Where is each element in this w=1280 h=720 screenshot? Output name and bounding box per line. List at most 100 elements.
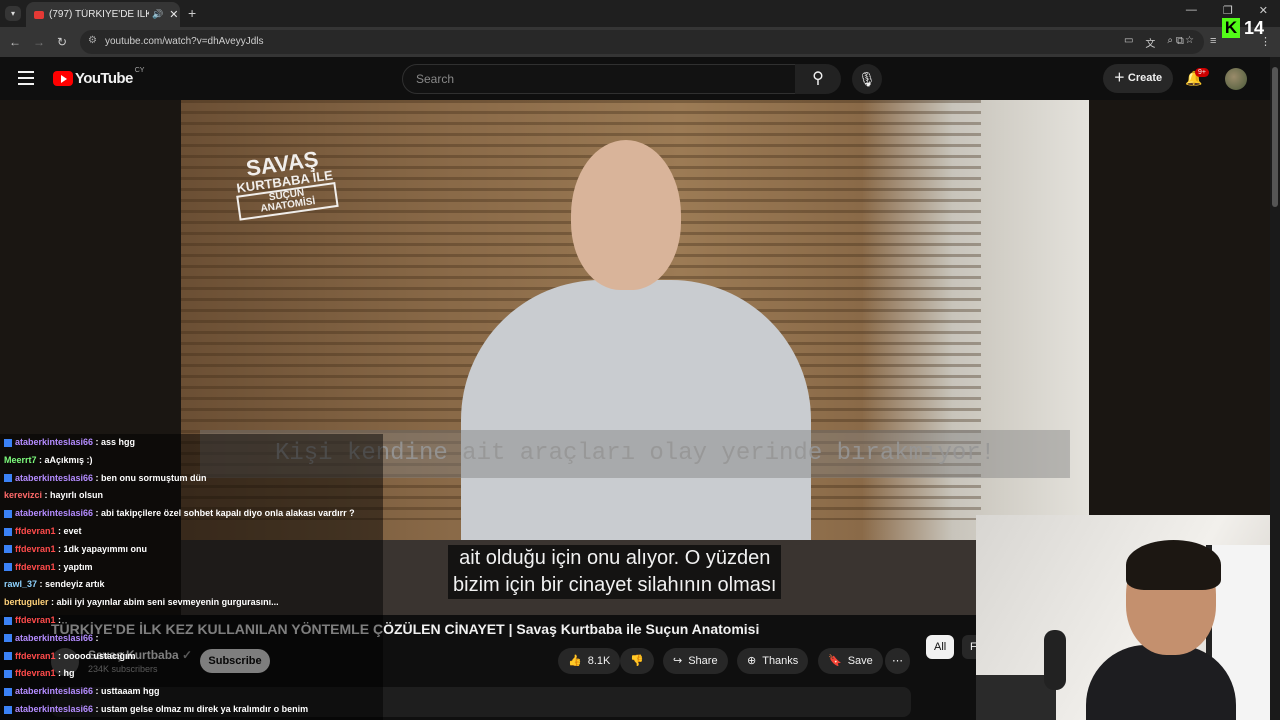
chat-message: ffdevran1 : ooooo ustacığım xyxy=(0,648,383,666)
browser-toolbar: ← → ↻ ⚙ youtube.com/watch?v=dhAveyyJdls … xyxy=(0,27,1280,57)
zoom-icon[interactable]: ⌕ xyxy=(1167,35,1173,50)
chat-username[interactable]: ataberkinteslasi66 xyxy=(15,473,93,483)
bookmark-star-icon[interactable]: ☆ xyxy=(1185,35,1194,50)
chat-text: : hayırlı olsun xyxy=(42,490,104,501)
url-text: youtube.com/watch?v=dhAveyyJdls xyxy=(105,36,264,47)
save-button[interactable]: 🔖 Save xyxy=(818,648,883,674)
address-bar[interactable]: ⚙ youtube.com/watch?v=dhAveyyJdls ▭ 文 ⌕ … xyxy=(80,30,1204,54)
new-tab-button[interactable]: + xyxy=(188,5,196,21)
reload-icon[interactable]: ↻ xyxy=(57,35,67,49)
moderator-badge-icon xyxy=(4,474,12,483)
chat-message: rawl_37 : sendeyiz artık xyxy=(0,576,383,594)
chat-text: : ass hgg xyxy=(93,437,136,447)
window-controls: — ❐ ✕ xyxy=(1186,4,1268,17)
minimize-button[interactable]: — xyxy=(1186,4,1197,17)
search-box xyxy=(402,64,796,94)
chat-message: ataberkinteslasi66 : usttaaam hgg xyxy=(0,683,383,701)
voice-search-button[interactable]: 🎙 xyxy=(852,64,882,94)
stream-chat-overlay: ataberkinteslasi66 : ass hgg Meerrt7 : aA… xyxy=(0,434,383,720)
chat-username[interactable]: ffdevran1 xyxy=(15,562,56,572)
account-avatar[interactable] xyxy=(1225,68,1247,90)
chat-message: kerevizci : hayırlı olsun xyxy=(0,487,383,505)
streamer-hair xyxy=(1126,540,1221,590)
thanks-button[interactable]: ⊕ Thanks xyxy=(737,648,809,674)
chat-username[interactable]: ffdevran1 xyxy=(15,668,56,678)
chat-message: bertuguler : abii iyi yayınlar abim seni… xyxy=(0,594,383,612)
site-info-icon[interactable]: ⚙ xyxy=(88,35,97,46)
chat-text: : sendeyiz artık xyxy=(37,579,105,590)
chat-username[interactable]: ffdevran1 xyxy=(15,651,56,661)
chat-username[interactable]: ataberkinteslasi66 xyxy=(15,704,93,714)
moderator-badge-icon xyxy=(4,652,12,661)
chat-username[interactable]: Meerrt7 xyxy=(4,455,37,465)
menu-icon[interactable] xyxy=(18,71,34,89)
caption-line: ait olduğu için onu alıyor. O yüzden xyxy=(459,547,771,569)
country-code: CY xyxy=(134,67,145,74)
chat-username[interactable]: ataberkinteslasi66 xyxy=(15,633,93,643)
translate-icon[interactable]: 文 xyxy=(1145,35,1155,50)
chat-username[interactable]: ataberkinteslasi66 xyxy=(15,508,93,518)
youtube-wordmark: YouTube xyxy=(75,70,133,87)
chat-username[interactable]: ataberkinteslasi66 xyxy=(15,686,93,696)
create-button[interactable]: ＋ Create xyxy=(1103,64,1173,93)
browser-tab[interactable]: (797) TÜRKİYE'DE İLK KEZ K 🔊 ✕ xyxy=(26,2,180,27)
chat-username[interactable]: ffdevran1 xyxy=(15,526,56,536)
chat-username[interactable]: ffdevran1 xyxy=(15,544,56,554)
moderator-badge-icon xyxy=(4,669,12,678)
chat-text: : 1dk yapayımmı onu xyxy=(55,543,148,554)
moderator-badge-icon xyxy=(4,687,12,696)
chat-message: ataberkinteslasi66 : xyxy=(0,630,383,648)
restore-button[interactable]: ❐ xyxy=(1223,4,1233,17)
chat-message: Meerrt7 : aAçıkmış :) xyxy=(0,452,383,470)
chat-username[interactable]: ffdevran1 xyxy=(15,615,56,625)
chat-username[interactable]: bertuguler xyxy=(4,597,49,607)
moderator-badge-icon xyxy=(4,509,12,518)
chat-text: : hg xyxy=(55,668,75,679)
like-button[interactable]: 👍 8.1K xyxy=(558,648,621,674)
chat-message: ataberkinteslasi66 : ass hgg xyxy=(0,434,383,452)
chat-message: ataberkinteslasi66 : ustam gelse olmaz m… xyxy=(0,701,383,719)
extensions-icon[interactable]: ⧉ xyxy=(1176,35,1184,48)
share-button[interactable]: ↪ Share xyxy=(663,648,728,674)
dislike-button[interactable]: 👎 xyxy=(620,648,654,674)
chat-text: : usttaaam hgg xyxy=(93,686,160,697)
chip-all[interactable]: All xyxy=(926,635,955,659)
close-window-button[interactable]: ✕ xyxy=(1259,4,1268,17)
share-icon: ↪ xyxy=(673,655,683,667)
caption-line: bizim için bir cinayet silahının olması xyxy=(453,574,777,596)
audio-playing-icon[interactable]: 🔊 xyxy=(152,9,163,20)
tab-search-button[interactable]: ▾ xyxy=(5,6,21,21)
scrollbar-thumb[interactable] xyxy=(1272,67,1278,207)
search-button[interactable]: ⚲ xyxy=(795,64,841,94)
back-arrow-icon[interactable]: ← xyxy=(9,35,21,49)
chat-text: : abi takipçilere özel sohbet kapalı diy… xyxy=(93,508,355,519)
browser-tab-strip: ▾ (797) TÜRKİYE'DE İLK KEZ K 🔊 ✕ + — ❐ ✕ xyxy=(0,0,1280,27)
streamer-webcam xyxy=(976,515,1270,720)
chat-username[interactable]: rawl_37 xyxy=(4,579,37,589)
moderator-badge-icon xyxy=(4,705,12,714)
page-scrollbar[interactable] xyxy=(1270,57,1280,720)
chat-message: ffdevran1 : hg xyxy=(0,665,383,683)
youtube-header: YouTube CY ⚲ 🎙 ＋ Create 🔔 9+ xyxy=(0,57,1270,100)
playlist-icon[interactable]: ≡ xyxy=(1210,35,1216,47)
chat-text: : evet xyxy=(55,525,82,536)
forward-arrow-icon[interactable]: → xyxy=(33,35,45,49)
bookmark-icon: 🔖 xyxy=(828,655,842,667)
speaker-head xyxy=(571,140,681,290)
thumbs-down-icon: 👎 xyxy=(630,655,644,667)
kick-overlay-badge: K 14 xyxy=(1222,17,1264,39)
tab-title: (797) TÜRKİYE'DE İLK KEZ K xyxy=(49,9,149,20)
search-icon: ⚲ xyxy=(812,70,824,87)
youtube-logo[interactable]: YouTube CY xyxy=(53,67,145,87)
close-tab-icon[interactable]: ✕ xyxy=(169,8,178,21)
more-actions-button[interactable]: ⋯ xyxy=(885,648,910,674)
moderator-badge-icon xyxy=(4,634,12,643)
cast-icon[interactable]: ▭ xyxy=(1124,35,1133,50)
moderator-badge-icon xyxy=(4,563,12,572)
chat-username[interactable]: kerevizci xyxy=(4,490,42,500)
chat-username[interactable]: ataberkinteslasi66 xyxy=(15,437,93,447)
search-input[interactable] xyxy=(414,71,778,87)
chat-text: : ooooo ustacığım xyxy=(55,650,136,661)
moderator-badge-icon xyxy=(4,438,12,447)
chat-message: ataberkinteslasi66 : ben onu sormuştum d… xyxy=(0,470,383,488)
